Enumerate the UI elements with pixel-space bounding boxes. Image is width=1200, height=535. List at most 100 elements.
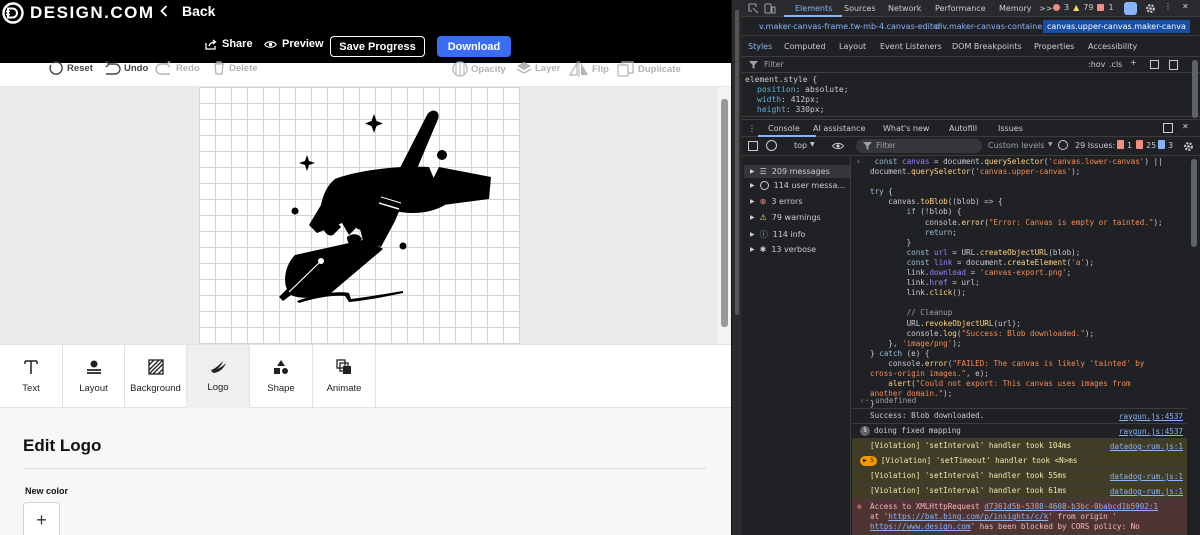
drawer-tab-whatsnew[interactable]: What's new bbox=[883, 124, 929, 133]
style-property[interactable]: height bbox=[757, 105, 786, 114]
breadcrumb-item[interactable]: div.maker-canvas-container bbox=[935, 22, 1046, 31]
drawer-tabs: ⋮ Console AI assistance What's new Autof… bbox=[742, 119, 1200, 137]
preview-button[interactable]: Preview bbox=[264, 38, 324, 50]
opacity-button[interactable]: Opacity bbox=[452, 61, 506, 77]
tool-background[interactable]: Background bbox=[125, 345, 187, 408]
extension-icon[interactable] bbox=[1124, 2, 1137, 15]
device-toggle-icon[interactable] bbox=[764, 3, 776, 14]
layer-button[interactable]: Layer bbox=[516, 61, 560, 75]
style-value[interactable]: 330px; bbox=[796, 105, 825, 114]
subtab-computed[interactable]: Computed bbox=[784, 42, 826, 51]
tool-shape[interactable]: Shape bbox=[250, 345, 313, 408]
redo-button[interactable]: Redo bbox=[155, 61, 200, 75]
duplicate-button[interactable]: Duplicate bbox=[617, 61, 681, 77]
share-button[interactable]: Share bbox=[205, 38, 253, 50]
context-select[interactable]: top bbox=[794, 141, 807, 150]
drawer-tab-console[interactable]: Console bbox=[768, 124, 800, 133]
message-source-link[interactable]: datadog-rum.js:1 bbox=[1110, 472, 1183, 482]
style-value[interactable]: absolute; bbox=[805, 85, 848, 94]
layout-icon bbox=[86, 360, 101, 374]
save-progress-button[interactable]: Save Progress bbox=[330, 36, 425, 57]
gear-icon[interactable] bbox=[1183, 141, 1194, 152]
sidebar-item-user-messages[interactable]: ▶ 114 user messa... bbox=[750, 181, 845, 190]
tool-layout[interactable]: Layout bbox=[63, 345, 125, 408]
scrollbar-thumb[interactable] bbox=[721, 99, 728, 327]
artboard-canvas[interactable] bbox=[199, 87, 520, 344]
error-origin-link[interactable]: https://www.design.com bbox=[870, 522, 971, 531]
console-sidebar-icon[interactable] bbox=[748, 141, 758, 151]
styles-scrollbar[interactable] bbox=[1192, 60, 1198, 118]
style-property[interactable]: width bbox=[757, 95, 781, 104]
drawer-tab-ai[interactable]: AI assistance bbox=[813, 124, 865, 133]
add-color-button[interactable]: + bbox=[23, 502, 60, 535]
canvas-scrollbar[interactable] bbox=[718, 87, 731, 344]
split-divider[interactable] bbox=[731, 0, 742, 535]
tab-performance[interactable]: Performance bbox=[935, 4, 986, 13]
kebab-menu-icon[interactable]: ⋮ bbox=[748, 124, 756, 133]
styles-filter-input[interactable]: Filter bbox=[764, 60, 784, 69]
add-rule-icon[interactable]: + bbox=[1130, 58, 1137, 67]
subtab-dom-breakpoints[interactable]: DOM Breakpoints bbox=[952, 42, 1022, 51]
sidebar-item-messages[interactable]: ▶ ☰ 209 messages bbox=[744, 165, 850, 178]
log-levels-select[interactable]: Custom levels bbox=[988, 141, 1044, 150]
sidebar-item-errors[interactable]: ▶ ⊗ 3 errors bbox=[750, 197, 803, 206]
inspect-icon[interactable] bbox=[748, 3, 759, 14]
reset-button[interactable]: Reset bbox=[48, 61, 93, 75]
close-icon[interactable]: ✕ bbox=[1182, 2, 1189, 11]
subtab-accessibility[interactable]: Accessibility bbox=[1088, 42, 1137, 51]
undo-button[interactable]: Undo bbox=[103, 61, 148, 75]
message-source-link[interactable]: datadog-rum.js:1 bbox=[1110, 487, 1183, 497]
clear-console-icon[interactable] bbox=[766, 140, 777, 151]
eye-icon[interactable] bbox=[832, 142, 844, 150]
message-source-link[interactable]: raygun.js:4537 bbox=[1119, 412, 1183, 422]
computed-toggle-icon[interactable] bbox=[1150, 60, 1159, 69]
message-source-link[interactable]: datadog-rum.js:1 bbox=[1110, 442, 1183, 452]
back-button[interactable]: Back bbox=[160, 3, 215, 19]
subtab-listeners[interactable]: Event Listeners bbox=[880, 42, 942, 51]
drawer-tab-issues[interactable]: Issues bbox=[998, 124, 1023, 133]
error-url-link[interactable]: https://bat.bing.com/p/insights/c/k bbox=[888, 512, 1048, 521]
tab-sources[interactable]: Sources bbox=[844, 4, 876, 13]
cls-toggle[interactable]: .cls bbox=[1109, 60, 1122, 69]
tab-memory[interactable]: Memory bbox=[999, 4, 1032, 13]
brand-logo[interactable]: DESIGN.COM bbox=[2, 2, 155, 24]
tab-network[interactable]: Network bbox=[888, 4, 921, 13]
sidebar-item-verbose[interactable]: ▶ ✱ 13 verbose bbox=[750, 245, 816, 254]
sidebar-toggle-icon[interactable] bbox=[1169, 60, 1178, 70]
kebab-menu-icon[interactable]: ⋮ bbox=[1164, 2, 1172, 11]
subtab-properties[interactable]: Properties bbox=[1034, 42, 1074, 51]
console-scrollbar[interactable] bbox=[1188, 157, 1200, 535]
flip-button[interactable]: Flip bbox=[569, 61, 609, 77]
design-app: DESIGN.COM Back Share Preview Save Progr… bbox=[0, 0, 731, 535]
logo-swoosh-icon bbox=[211, 361, 226, 373]
breadcrumb-item-selected[interactable]: canvas.upper-canvas.maker-canva bbox=[1043, 20, 1190, 33]
tool-animate[interactable]: Animate bbox=[313, 345, 376, 408]
gear-icon[interactable] bbox=[1145, 3, 1156, 14]
dock-icon[interactable] bbox=[1163, 123, 1173, 133]
close-drawer-icon[interactable]: ✕ bbox=[1182, 122, 1189, 131]
sidebar-item-warnings[interactable]: ▶ ⚠ 79 warnings bbox=[750, 213, 821, 222]
error-source-link[interactable]: d7361d5b-5388-4608-b3bc-0babcd1b5902:1 bbox=[984, 502, 1158, 511]
issue-counters[interactable]: 3 ▲ 79 1 bbox=[1053, 3, 1114, 12]
console-filter-input[interactable]: Filter bbox=[856, 139, 982, 153]
message-source-link[interactable]: raygun.js:4537 bbox=[1119, 427, 1183, 437]
more-tabs-button[interactable]: >> bbox=[1039, 4, 1052, 13]
subtab-styles[interactable]: Styles bbox=[748, 42, 772, 51]
divider-grip[interactable] bbox=[735, 10, 739, 315]
scrollbar-thumb[interactable] bbox=[1191, 159, 1197, 247]
tool-text[interactable]: Text bbox=[0, 345, 63, 408]
subtab-layout[interactable]: Layout bbox=[839, 42, 866, 51]
style-property[interactable]: position bbox=[757, 85, 796, 94]
fountain-pen-logo[interactable] bbox=[199, 87, 520, 344]
issues-summary[interactable]: 29 Issues: bbox=[1075, 141, 1115, 150]
breadcrumb-item[interactable]: v.maker-canvas-frame.tw-mb-4.canvas-edit… bbox=[759, 22, 941, 31]
download-button[interactable]: Download bbox=[437, 36, 511, 57]
hov-toggle[interactable]: :hov bbox=[1088, 60, 1105, 69]
tab-elements[interactable]: Elements bbox=[795, 4, 832, 13]
sidebar-item-info[interactable]: ▶ ⓘ 114 info bbox=[750, 229, 805, 240]
tool-logo[interactable]: Logo bbox=[187, 345, 250, 408]
delete-button[interactable]: Delete bbox=[212, 61, 258, 75]
console-output[interactable]: › const canvas = document.querySelector(… bbox=[852, 157, 1200, 535]
style-value[interactable]: 412px; bbox=[791, 95, 820, 104]
drawer-tab-autofill[interactable]: Autofill bbox=[949, 124, 977, 133]
